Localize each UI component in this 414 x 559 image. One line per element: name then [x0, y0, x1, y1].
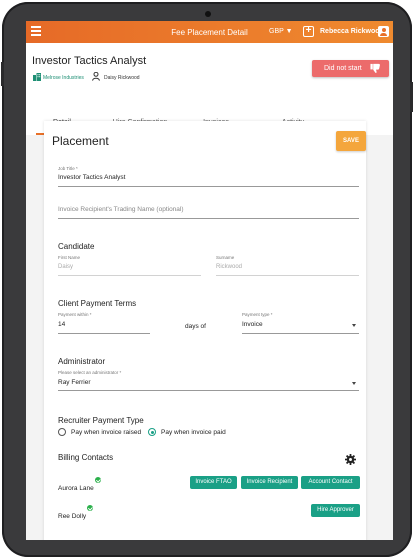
first-name-field: Daisy	[58, 264, 74, 270]
payment-within-underline	[58, 333, 150, 334]
header-job-title: Investor Tactics Analyst	[32, 55, 147, 67]
payment-within-input[interactable]: 14	[58, 321, 65, 328]
status-button[interactable]: Did not start	[312, 60, 389, 77]
days-of-label: days of	[185, 323, 206, 330]
administrator-underline	[58, 390, 359, 391]
invoice-ftao-button[interactable]: Invoice FTAO	[190, 476, 237, 489]
person-icon	[92, 72, 100, 81]
side-button	[410, 82, 413, 112]
check-icon	[95, 477, 101, 483]
company-link[interactable]: Melrose Industries	[43, 75, 84, 81]
user-icon[interactable]	[378, 26, 389, 37]
thumbs-down-icon	[370, 63, 380, 73]
candidate-name[interactable]: Daisy Rickwood	[104, 75, 140, 81]
placement-card: Placement SAVE Job Title * Investor Tact…	[44, 121, 366, 540]
job-title-label: Job Title *	[58, 166, 78, 171]
tablet-frame: Fee Placement Detail GBP ▼ + Rebecca Ric…	[1, 2, 413, 557]
surname-label: Surname	[216, 255, 235, 260]
side-button	[1, 62, 4, 86]
app-screen: Fee Placement Detail GBP ▼ + Rebecca Ric…	[26, 21, 393, 540]
radio-invoice-paid[interactable]	[148, 428, 156, 436]
surname-field: Rickwood	[216, 264, 243, 270]
administrator-select[interactable]: Ray Ferrier	[58, 379, 91, 386]
invoice-recipient-input[interactable]: Invoice Recipient's Trading Name (option…	[58, 206, 184, 213]
building-icon	[33, 73, 41, 81]
chevron-down-icon[interactable]	[352, 382, 356, 385]
job-title-underline	[58, 186, 359, 187]
invoice-recipient-underline	[58, 218, 359, 219]
payment-within-label: Payment within *	[58, 312, 92, 317]
radio-invoice-raised-label[interactable]: Pay when invoice raised	[71, 429, 141, 436]
chevron-down-icon[interactable]	[352, 324, 356, 327]
administrator-heading: Administrator	[58, 357, 106, 366]
billing-contacts-heading: Billing Contacts	[58, 453, 114, 462]
radio-invoice-raised[interactable]	[58, 428, 66, 436]
surname-underline	[216, 275, 359, 276]
top-bar: Fee Placement Detail GBP ▼ + Rebecca Ric…	[26, 21, 393, 43]
billing-contact-name: Ree Dolly	[58, 513, 87, 520]
billing-contact-name: Aurora Lane	[58, 485, 94, 492]
currency-selector[interactable]: GBP ▼	[269, 28, 293, 35]
administrator-label: Please select an administrator *	[58, 370, 122, 375]
check-icon	[87, 505, 93, 511]
placement-heading: Placement	[52, 134, 109, 148]
payment-type-underline	[242, 333, 359, 334]
invoice-recipient-button[interactable]: Invoice Recipient	[241, 476, 298, 489]
camera-dot	[205, 11, 211, 17]
gear-icon[interactable]	[345, 454, 356, 465]
candidate-heading: Candidate	[58, 242, 95, 251]
first-name-underline	[58, 275, 201, 276]
first-name-label: First Name	[58, 255, 81, 260]
radio-invoice-paid-label[interactable]: Pay when invoice paid	[161, 429, 226, 436]
placement-header: Investor Tactics Analyst Melrose Industr…	[26, 43, 393, 135]
status-label: Did not start	[324, 65, 362, 72]
user-name[interactable]: Rebecca Rickwood	[320, 28, 384, 35]
plus-icon[interactable]: +	[303, 26, 314, 37]
payment-type-label: Payment type *	[242, 312, 273, 317]
account-contact-button[interactable]: Account Contact	[301, 476, 360, 489]
save-button[interactable]: SAVE	[336, 131, 366, 151]
job-title-input[interactable]: Investor Tactics Analyst	[58, 174, 125, 181]
hire-approver-button[interactable]: Hire Approver	[311, 504, 360, 517]
payment-terms-heading: Client Payment Terms	[58, 299, 137, 308]
recruiter-payment-heading: Recruiter Payment Type	[58, 416, 144, 425]
payment-type-select[interactable]: Invoice	[242, 321, 263, 328]
